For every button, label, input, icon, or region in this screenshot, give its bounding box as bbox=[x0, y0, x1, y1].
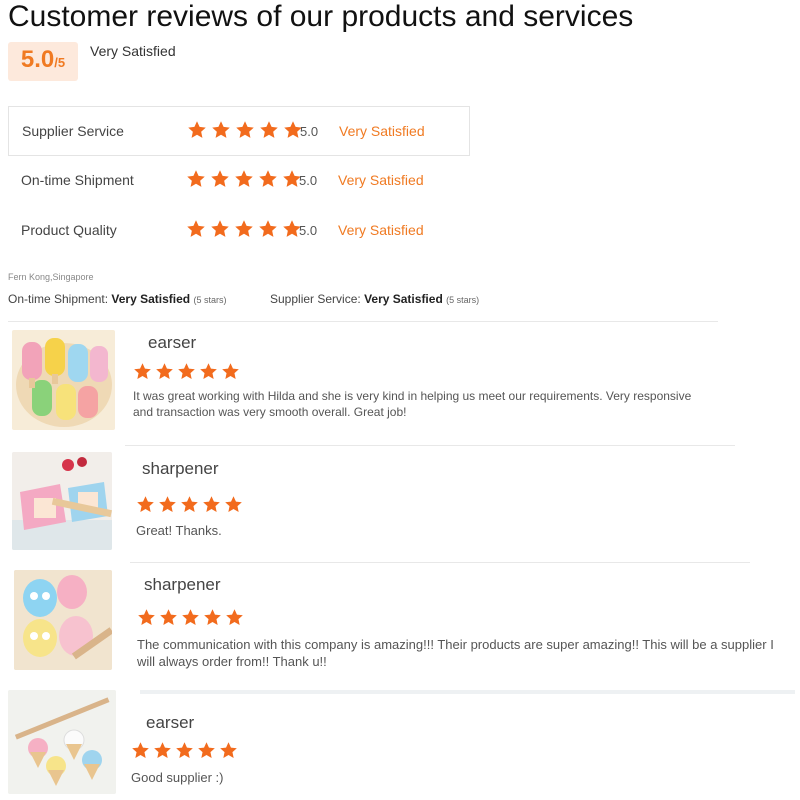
star-icon bbox=[210, 169, 230, 189]
star-icon bbox=[186, 169, 206, 189]
review-product-name: sharpener bbox=[142, 459, 219, 478]
star-icon bbox=[159, 608, 178, 627]
review-star-rating bbox=[136, 495, 246, 514]
summary-label: On-time Shipment: bbox=[8, 292, 109, 306]
summary-label: Supplier Service: bbox=[270, 292, 361, 306]
rating-row-on-time-shipment: On-time Shipment 5.0 Very Satisfied bbox=[8, 156, 470, 206]
star-icon bbox=[136, 495, 155, 514]
star-icon bbox=[221, 362, 240, 381]
star-icon bbox=[133, 362, 152, 381]
star-icon bbox=[211, 120, 231, 140]
overall-score-denominator: /5 bbox=[54, 55, 66, 70]
review-star-rating bbox=[133, 362, 243, 381]
rating-text: Very Satisfied bbox=[339, 123, 425, 139]
star-icon bbox=[225, 608, 244, 627]
rating-value: 5.0 bbox=[299, 223, 318, 238]
star-icon bbox=[199, 362, 218, 381]
rating-breakdown: Supplier Service 5.0 Very Satisfied On-t… bbox=[8, 106, 470, 256]
rating-value: 5.0 bbox=[300, 124, 319, 139]
rating-text: Very Satisfied bbox=[338, 222, 424, 238]
popsicle-eraser-image bbox=[16, 338, 112, 427]
star-icon bbox=[210, 219, 230, 239]
review-product-name: earser bbox=[148, 333, 197, 352]
star-rating bbox=[187, 120, 307, 140]
star-icon bbox=[137, 608, 156, 627]
star-icon bbox=[197, 741, 216, 760]
star-icon bbox=[175, 741, 194, 760]
review-product-name: sharpener bbox=[144, 575, 221, 594]
product-thumbnail-sharpener[interactable] bbox=[14, 570, 112, 670]
star-rating bbox=[186, 219, 306, 239]
star-icon bbox=[181, 608, 200, 627]
summary-value: Very Satisfied bbox=[111, 292, 191, 306]
star-icon bbox=[177, 362, 196, 381]
star-icon bbox=[224, 495, 243, 514]
review-star-rating bbox=[137, 608, 247, 627]
divider bbox=[8, 321, 718, 322]
overall-score-badge: 5.0 /5 bbox=[8, 42, 78, 81]
star-icon bbox=[202, 495, 221, 514]
product-thumbnail-sharpener[interactable] bbox=[12, 452, 112, 550]
rating-row-product-quality: Product Quality 5.0 Very Satisfied bbox=[8, 206, 470, 256]
rating-value: 5.0 bbox=[299, 173, 318, 188]
rating-label: On-time Shipment bbox=[21, 172, 134, 188]
star-icon bbox=[158, 495, 177, 514]
star-icon bbox=[187, 120, 207, 140]
review-text: Great! Thanks. bbox=[136, 523, 222, 538]
review-text: The communication with this company is a… bbox=[137, 637, 774, 669]
star-icon bbox=[219, 741, 238, 760]
star-icon bbox=[258, 169, 278, 189]
star-icon bbox=[203, 608, 222, 627]
rating-row-supplier-service: Supplier Service 5.0 Very Satisfied bbox=[8, 106, 470, 156]
overall-score-label: Very Satisfied bbox=[90, 43, 176, 59]
summary-value: Very Satisfied bbox=[364, 292, 443, 306]
star-icon bbox=[258, 219, 278, 239]
star-icon bbox=[235, 120, 255, 140]
divider bbox=[140, 690, 795, 694]
star-icon bbox=[259, 120, 279, 140]
product-thumbnail-eraser[interactable] bbox=[12, 330, 115, 430]
star-icon bbox=[131, 741, 150, 760]
shipment-summary: On-time Shipment: Very Satisfied (5 star… bbox=[8, 292, 226, 306]
divider bbox=[125, 445, 735, 446]
summary-count: (5 stars) bbox=[193, 295, 227, 305]
star-icon bbox=[186, 219, 206, 239]
rating-label: Product Quality bbox=[21, 222, 117, 238]
product-thumbnail-eraser[interactable] bbox=[8, 690, 116, 794]
star-icon bbox=[234, 169, 254, 189]
review-star-rating bbox=[131, 741, 241, 760]
review-product-name: earser bbox=[146, 713, 195, 732]
service-summary: Supplier Service: Very Satisfied (5 star… bbox=[270, 292, 479, 306]
star-icon bbox=[153, 741, 172, 760]
ice-cream-eraser-image bbox=[8, 690, 116, 794]
review-text: It was great working with Hilda and she … bbox=[133, 389, 692, 419]
review-text: Good supplier :) bbox=[131, 770, 224, 785]
star-icon bbox=[180, 495, 199, 514]
reviewer-name: Fern Kong,Singapore bbox=[8, 272, 94, 282]
star-icon bbox=[234, 219, 254, 239]
summary-count: (5 stars) bbox=[446, 295, 480, 305]
rating-text: Very Satisfied bbox=[338, 172, 424, 188]
owl-sharpener-image bbox=[14, 570, 112, 670]
divider bbox=[130, 562, 750, 563]
rating-label: Supplier Service bbox=[22, 123, 124, 139]
star-rating bbox=[186, 169, 306, 189]
star-icon bbox=[155, 362, 174, 381]
sharpener-image bbox=[12, 452, 112, 550]
page-title: Customer reviews of our products and ser… bbox=[8, 0, 634, 33]
overall-score: 5.0 bbox=[20, 46, 55, 73]
